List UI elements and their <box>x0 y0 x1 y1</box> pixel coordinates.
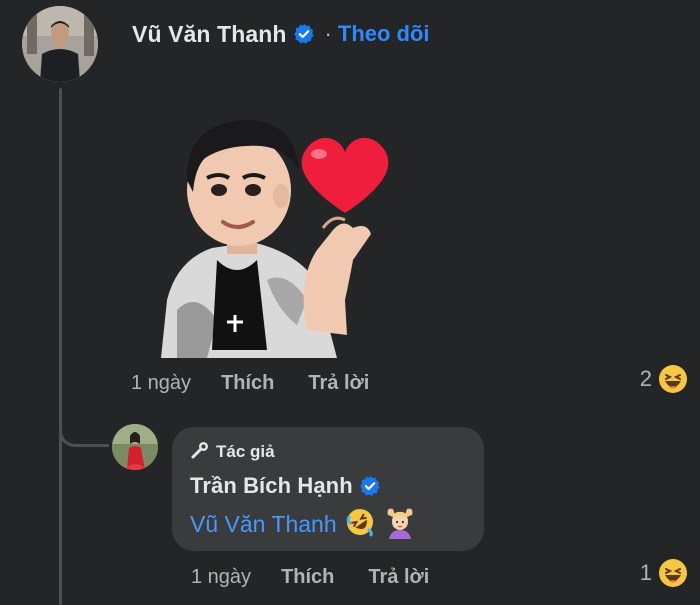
separator: · <box>324 21 332 46</box>
reaction-summary[interactable]: 2 <box>640 364 688 394</box>
reply-text: Vũ Văn Thanh <box>190 507 466 541</box>
verified-badge-icon <box>293 23 315 45</box>
haha-reaction-icon <box>658 558 688 588</box>
comment-actions: 1 ngày Thích Trả lời <box>131 368 403 398</box>
like-button[interactable]: Thích <box>281 566 334 589</box>
author-name[interactable]: Vũ Văn Thanh <box>132 21 287 48</box>
author-tag-label: Tác giả <box>216 442 275 461</box>
reaction-summary[interactable]: 1 <box>640 558 688 588</box>
thread-connector <box>59 395 109 447</box>
reply-button[interactable]: Trả lời <box>368 566 429 589</box>
heart-finger-sticker[interactable] <box>157 110 397 360</box>
avatar[interactable] <box>112 424 158 470</box>
reply-button[interactable]: Trả lời <box>308 372 369 395</box>
verified-badge-icon <box>359 475 381 497</box>
comment-header: Vũ Văn Thanh · Theo dõi <box>132 17 430 51</box>
comment-thread: Vũ Văn Thanh · Theo dõi 1 ngày Thích Trả… <box>0 0 700 605</box>
haha-reaction-icon <box>658 364 688 394</box>
reply-bubble[interactable]: Tác giả Trần Bích Hạnh Vũ Văn Thanh <box>172 427 484 551</box>
reply-actions: 1 ngày Thích Trả lời <box>191 562 463 592</box>
reaction-count: 2 <box>639 366 652 391</box>
timestamp[interactable]: 1 ngày <box>131 372 191 395</box>
thread-line <box>59 88 62 605</box>
reply-header: Trần Bích Hạnh <box>190 471 466 501</box>
rolling-on-floor-laughing-icon <box>345 507 375 542</box>
author-badge: Tác giả <box>190 441 466 463</box>
person-gesturing-ok-icon <box>383 505 417 544</box>
reaction-count: 1 <box>639 560 652 585</box>
microphone-icon <box>190 440 210 465</box>
author-name[interactable]: Trần Bích Hạnh <box>190 473 353 499</box>
avatar[interactable] <box>22 6 98 82</box>
follow-button[interactable]: Theo dõi <box>338 21 430 47</box>
like-button[interactable]: Thích <box>221 372 274 395</box>
mention-link[interactable]: Vũ Văn Thanh <box>190 511 337 538</box>
timestamp[interactable]: 1 ngày <box>191 566 251 589</box>
